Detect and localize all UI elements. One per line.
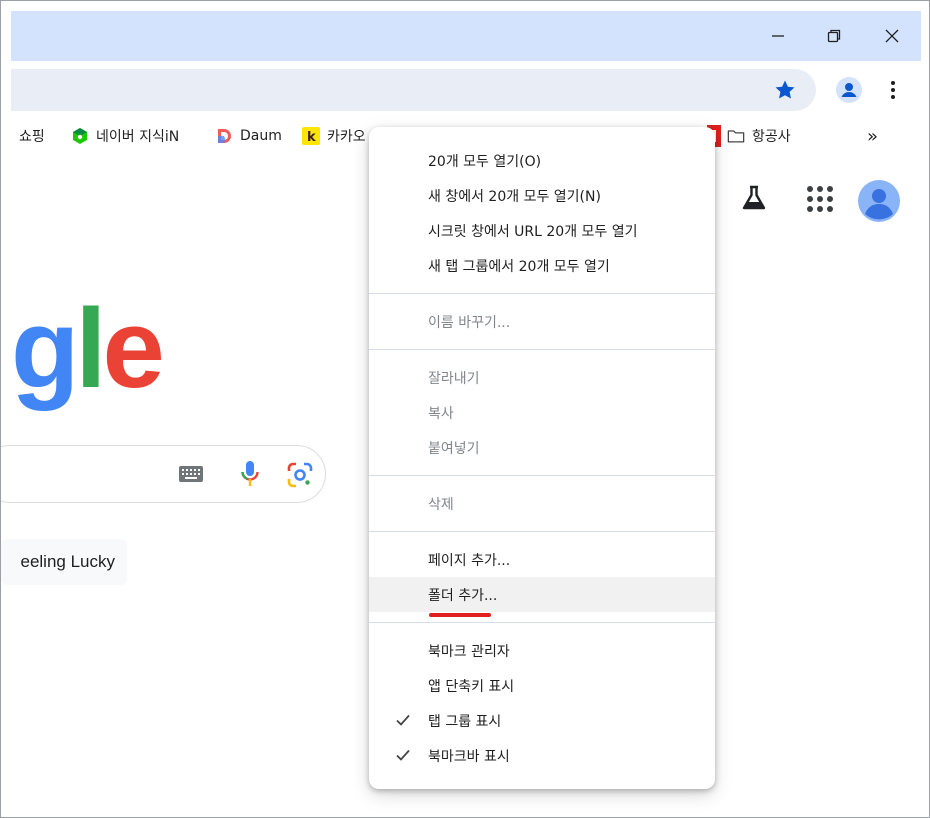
minimize-button[interactable] bbox=[763, 23, 793, 49]
address-bar[interactable] bbox=[11, 69, 816, 111]
microphone-icon[interactable] bbox=[240, 460, 260, 488]
apps-grid-icon[interactable] bbox=[806, 185, 834, 213]
logo-letter-l: l bbox=[75, 286, 106, 411]
daum-icon bbox=[215, 127, 233, 145]
bookmark-label: Daum bbox=[240, 128, 282, 144]
keyboard-icon[interactable] bbox=[178, 465, 204, 483]
menu-item: 잘라내기 bbox=[369, 360, 715, 395]
bookmark-context-menu: 20개 모두 열기(O) 새 창에서 20개 모두 열기(N) 시크릿 창에서 UR… bbox=[369, 127, 715, 789]
menu-item-label: 새 창에서 20개 모두 열기(N) bbox=[428, 188, 601, 205]
more-vert-icon bbox=[891, 81, 895, 99]
logo-letter-e: e bbox=[102, 286, 165, 411]
menu-item[interactable]: 페이지 추가... bbox=[369, 542, 715, 577]
menu-item-label: 새 탭 그룹에서 20개 모두 열기 bbox=[428, 258, 610, 275]
google-lens-icon[interactable] bbox=[287, 462, 313, 488]
menu-item-label: 20개 모두 열기(O) bbox=[428, 153, 542, 170]
bookmark-folder-airlines[interactable]: 항공사 bbox=[727, 125, 791, 147]
menu-separator bbox=[369, 475, 715, 476]
menu-separator bbox=[369, 622, 715, 623]
annotation-underline bbox=[429, 613, 491, 617]
menu-button[interactable] bbox=[877, 74, 909, 106]
search-box[interactable] bbox=[1, 445, 326, 503]
checkmark-icon bbox=[396, 714, 410, 726]
browser-window: 쇼핑 네이버 지식iN Daum k 카카오 항공사 » gle eeling … bbox=[0, 0, 930, 818]
close-button[interactable] bbox=[877, 23, 907, 49]
menu-item-label: 붙여넣기 bbox=[428, 440, 480, 457]
menu-item: 붙여넣기 bbox=[369, 430, 715, 465]
menu-item-label: 탭 그룹 표시 bbox=[428, 713, 502, 730]
bookmark-label: 항공사 bbox=[752, 129, 791, 145]
menu-item-label: 북마크 관리자 bbox=[428, 643, 510, 660]
menu-item: 복사 bbox=[369, 395, 715, 430]
menu-item: 삭제 bbox=[369, 486, 715, 521]
profile-button[interactable] bbox=[833, 74, 865, 106]
menu-separator bbox=[369, 293, 715, 294]
menu-item-label: 시크릿 창에서 URL 20개 모두 열기 bbox=[428, 223, 638, 240]
bookmark-label: 네이버 지식iN bbox=[96, 129, 180, 145]
menu-item-label: 잘라내기 bbox=[428, 370, 480, 387]
menu-item[interactable]: 시크릿 창에서 URL 20개 모두 열기 bbox=[369, 213, 715, 248]
minimize-icon bbox=[772, 35, 784, 37]
menu-item-label: 삭제 bbox=[428, 496, 454, 513]
menu-item[interactable]: 앱 단축키 표시 bbox=[369, 668, 715, 703]
bookmark-label: 카카오 bbox=[327, 129, 366, 145]
menu-item: 이름 바꾸기... bbox=[369, 304, 715, 339]
menu-item-label: 폴더 추가... bbox=[428, 587, 498, 604]
menu-item-label: 복사 bbox=[428, 405, 454, 422]
close-icon bbox=[885, 29, 899, 43]
google-logo: gle bbox=[11, 293, 165, 405]
menu-item[interactable]: 북마크 관리자 bbox=[369, 633, 715, 668]
feeling-lucky-button[interactable]: eeling Lucky bbox=[1, 539, 127, 585]
restore-icon bbox=[827, 29, 841, 43]
svg-text:k: k bbox=[307, 130, 316, 145]
menu-separator bbox=[369, 349, 715, 350]
menu-item[interactable]: 북마크바 표시 bbox=[369, 738, 715, 773]
labs-flask-icon[interactable] bbox=[739, 183, 769, 213]
bookmark-daum[interactable]: Daum bbox=[215, 125, 282, 147]
menu-item-label: 이름 바꾸기... bbox=[428, 314, 511, 331]
bookmark-shopping[interactable]: 쇼핑 bbox=[19, 125, 45, 147]
checkmark-icon bbox=[396, 749, 410, 761]
naver-kin-icon bbox=[71, 127, 89, 145]
menu-item[interactable]: 새 창에서 20개 모두 열기(N) bbox=[369, 178, 715, 213]
logo-letter-g: g bbox=[11, 286, 79, 411]
maximize-button[interactable] bbox=[819, 23, 849, 49]
account-avatar[interactable] bbox=[858, 180, 900, 222]
menu-item-label: 북마크바 표시 bbox=[428, 748, 510, 765]
chevron-double-right-icon: » bbox=[867, 125, 879, 147]
menu-item-label: 페이지 추가... bbox=[428, 552, 511, 569]
menu-separator bbox=[369, 531, 715, 532]
kakao-icon: k bbox=[302, 127, 320, 145]
menu-item[interactable]: 20개 모두 열기(O) bbox=[369, 143, 715, 178]
folder-icon bbox=[727, 127, 745, 145]
bookmark-naver-kin[interactable]: 네이버 지식iN bbox=[71, 125, 179, 147]
bookmark-overflow-button[interactable]: » bbox=[867, 125, 878, 147]
menu-item[interactable]: 새 탭 그룹에서 20개 모두 열기 bbox=[369, 248, 715, 283]
bookmark-label: 쇼핑 bbox=[19, 129, 45, 145]
menu-item[interactable]: 폴더 추가... bbox=[369, 577, 715, 612]
title-bar bbox=[11, 11, 921, 61]
profile-icon bbox=[836, 77, 862, 103]
menu-item-label: 앱 단축키 표시 bbox=[428, 678, 515, 695]
toolbar bbox=[11, 61, 921, 119]
bookmark-star-icon[interactable] bbox=[773, 78, 797, 102]
menu-item[interactable]: 탭 그룹 표시 bbox=[369, 703, 715, 738]
bookmark-kakao[interactable]: k 카카오 bbox=[302, 125, 366, 147]
